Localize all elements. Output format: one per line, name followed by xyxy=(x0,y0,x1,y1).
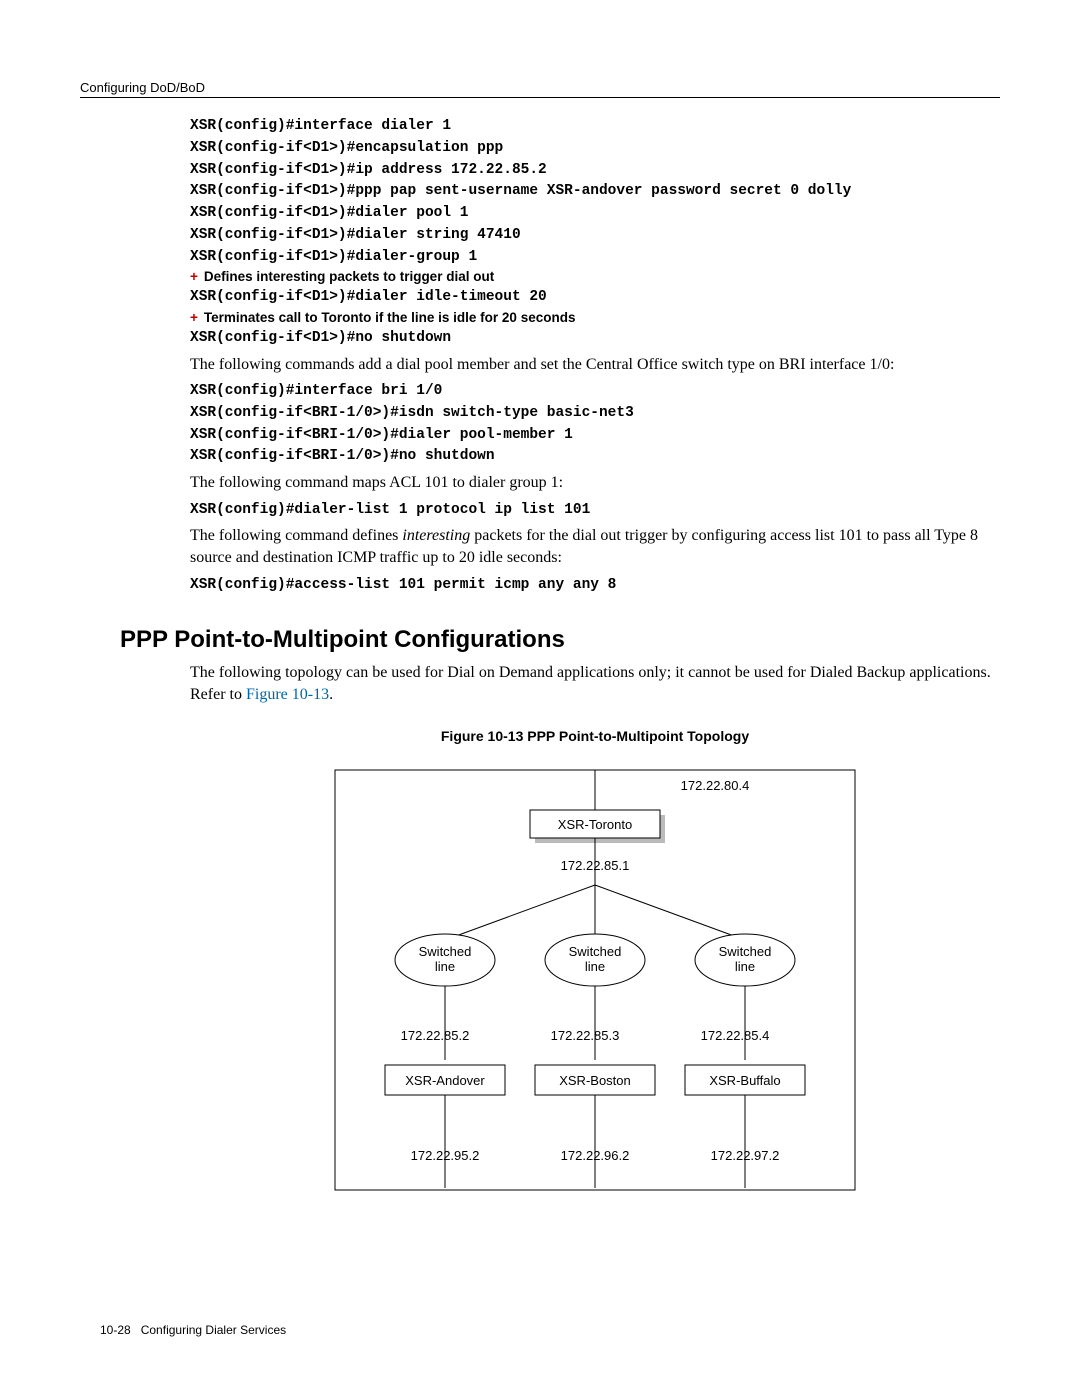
annotation-1: + Defines interesting packets to trigger … xyxy=(190,268,1000,287)
ip-label: 172.22.85.3 xyxy=(551,1028,620,1043)
cli-line: XSR(config-if<D1>)#encapsulation ppp xyxy=(190,140,503,156)
ip-label: 172.22.85.1 xyxy=(561,858,630,873)
text-italic: interesting xyxy=(402,527,470,544)
ip-label: 172.22.85.4 xyxy=(701,1028,770,1043)
header-rule xyxy=(80,97,1000,98)
text-run: The following command defines xyxy=(190,527,402,544)
cli-line: XSR(config-if<BRI-1/0>)#isdn switch-type… xyxy=(190,405,634,421)
cli-line: XSR(config-if<D1>)#ip address 172.22.85.… xyxy=(190,162,547,178)
switched-label: Switched xyxy=(419,944,472,959)
page-number: 10-28 xyxy=(100,1323,131,1337)
annotation-2: + Terminates call to Toronto if the line … xyxy=(190,309,1000,328)
cli-block-4: XSR(config)#interface bri 1/0 XSR(config… xyxy=(190,381,1000,468)
cli-block-5: XSR(config)#dialer-list 1 protocol ip li… xyxy=(190,500,1000,522)
text-run: . xyxy=(329,686,333,703)
router-toronto: XSR-Toronto xyxy=(558,817,632,832)
cli-line: XSR(config)#access-list 101 permit icmp … xyxy=(190,577,616,593)
ip-label: 172.22.80.4 xyxy=(681,778,750,793)
ip-label: 172.22.97.2 xyxy=(711,1148,780,1163)
cli-line: XSR(config-if<BRI-1/0>)#dialer pool-memb… xyxy=(190,427,573,443)
paragraph-3: The following command defines interestin… xyxy=(190,525,1000,568)
switched-label: line xyxy=(735,959,755,974)
switched-label: line xyxy=(435,959,455,974)
running-header: Configuring DoD/BoD xyxy=(80,80,1000,95)
cli-line: XSR(config-if<D1>)#no shutdown xyxy=(190,330,451,346)
figure-link[interactable]: Figure 10-13 xyxy=(246,686,329,703)
cli-line: XSR(config-if<D1>)#ppp pap sent-username… xyxy=(190,183,851,199)
cli-line: XSR(config-if<D1>)#dialer string 47410 xyxy=(190,227,521,243)
ip-label: 172.22.96.2 xyxy=(561,1148,630,1163)
figure-caption: Figure 10-13 PPP Point-to-Multipoint Top… xyxy=(190,728,1000,744)
cli-block-3: XSR(config-if<D1>)#no shutdown xyxy=(190,328,1000,350)
paragraph-2: The following command maps ACL 101 to di… xyxy=(190,472,1000,494)
plus-icon: + xyxy=(190,310,198,325)
section-heading: PPP Point-to-Multipoint Configurations xyxy=(120,626,1000,654)
page-footer: 10-28 Configuring Dialer Services xyxy=(100,1323,286,1337)
switched-label: Switched xyxy=(719,944,772,959)
cli-line: XSR(config)#dialer-list 1 protocol ip li… xyxy=(190,502,590,518)
ip-label: 172.22.85.2 xyxy=(401,1028,470,1043)
annotation-text: Defines interesting packets to trigger d… xyxy=(204,269,494,284)
router-boston: XSR-Boston xyxy=(559,1073,631,1088)
cli-line: XSR(config-if<D1>)#dialer pool 1 xyxy=(190,205,468,221)
cli-line: XSR(config-if<D1>)#dialer idle-timeout 2… xyxy=(190,289,547,305)
cli-block-2: XSR(config-if<D1>)#dialer idle-timeout 2… xyxy=(190,287,1000,309)
cli-block-6: XSR(config)#access-list 101 permit icmp … xyxy=(190,575,1000,597)
plus-icon: + xyxy=(190,269,198,284)
cli-line: XSR(config)#interface bri 1/0 xyxy=(190,383,442,399)
switched-label: line xyxy=(585,959,605,974)
cli-block-1: XSR(config)#interface dialer 1 XSR(confi… xyxy=(190,116,1000,268)
cli-line: XSR(config-if<D1>)#dialer-group 1 xyxy=(190,249,477,265)
router-buffalo: XSR-Buffalo xyxy=(709,1073,780,1088)
paragraph-4: The following topology can be used for D… xyxy=(190,662,1000,705)
ip-label: 172.22.95.2 xyxy=(411,1148,480,1163)
page: Configuring DoD/BoD XSR(config)#interfac… xyxy=(0,0,1080,1397)
footer-title: Configuring Dialer Services xyxy=(141,1323,286,1337)
figure-10-13: 172.22.80.4 XSR-Toronto 172.22.85.1 Swit… xyxy=(190,760,1000,1205)
paragraph-1: The following commands add a dial pool m… xyxy=(190,354,1000,376)
cli-line: XSR(config-if<BRI-1/0>)#no shutdown xyxy=(190,448,495,464)
cli-line: XSR(config)#interface dialer 1 xyxy=(190,118,451,134)
switched-label: Switched xyxy=(569,944,622,959)
router-andover: XSR-Andover xyxy=(405,1073,485,1088)
annotation-text: Terminates call to Toronto if the line i… xyxy=(204,310,576,325)
